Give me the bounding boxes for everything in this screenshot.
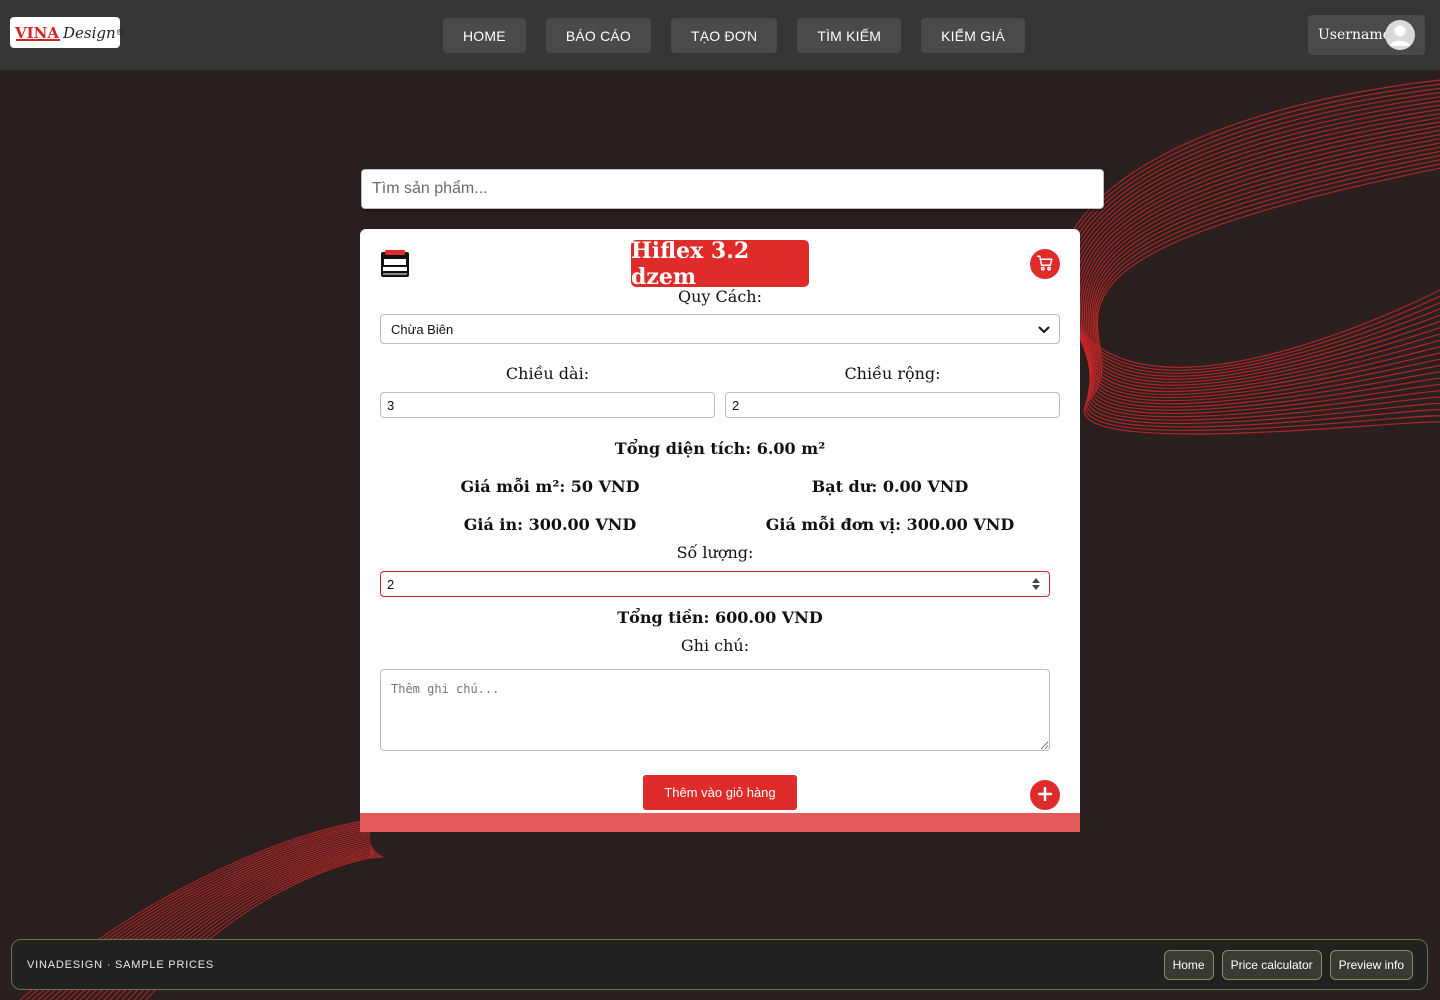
total-price-text: Tổng tiền: 600.00 VND — [617, 608, 823, 627]
spec-selected-value: Chừa Biên — [391, 321, 454, 337]
chevron-down-icon — [1037, 322, 1051, 339]
cart-button[interactable] — [1030, 249, 1060, 279]
quantity-stepper[interactable]: 2 — [380, 571, 1050, 597]
spinner-arrows-icon[interactable] — [1031, 577, 1041, 594]
logo-text-design: Design — [63, 23, 116, 42]
plus-icon — [1037, 786, 1053, 804]
logo-underline — [16, 39, 60, 41]
top-navigation-bar: VINA Design ® HOME BÁO CÁO TẠO ĐƠN TÌM K… — [0, 0, 1440, 70]
footer-brand-text: VINADESIGN · SAMPLE PRICES — [27, 959, 215, 971]
product-title: Hiflex 3.2 dzem — [631, 238, 809, 290]
quantity-value: 2 — [387, 576, 395, 592]
width-input[interactable]: 2 — [725, 392, 1060, 418]
quantity-label: Số lượng: — [676, 543, 754, 562]
note-label: Ghi chú: — [680, 636, 750, 655]
vina-design-logo[interactable]: VINA Design ® — [10, 17, 124, 48]
footer-links: Home Price calculator Preview info — [1163, 950, 1413, 980]
nav-search-button[interactable]: TÌM KIẾM — [797, 18, 902, 53]
spec-label: Quy Cách: — [678, 287, 762, 306]
product-search-input[interactable] — [361, 169, 1104, 209]
length-input[interactable]: 3 — [380, 392, 715, 418]
card-bottom-bar — [360, 813, 1080, 832]
nav-reports-button[interactable]: BÁO CÁO — [545, 18, 652, 53]
total-area-text: Tổng diện tích: 6.00 m² — [614, 439, 826, 458]
add-to-cart-button[interactable]: Thêm vào giỏ hàng — [643, 775, 797, 810]
length-label: Chiều dài: — [505, 364, 590, 383]
footer-price-calculator-button[interactable]: Price calculator — [1221, 950, 1322, 980]
excess-canvas-text: Bạt dư: 0.00 VND — [811, 477, 969, 496]
nav-create-order-button[interactable]: TẠO ĐƠN — [671, 18, 778, 53]
nav-home-button[interactable]: HOME — [443, 18, 526, 53]
note-textarea[interactable] — [380, 669, 1050, 751]
add-product-button[interactable] — [1030, 780, 1060, 810]
username-label: Username — [1318, 27, 1391, 43]
price-per-m2-text: Giá mỗi m²: 50 VND — [460, 477, 640, 496]
print-price-text: Giá in: 300.00 VND — [463, 515, 637, 534]
logo-reg-mark: ® — [115, 28, 124, 37]
unit-price-text: Giá mỗi đơn vị: 300.00 VND — [765, 515, 1015, 534]
footer-preview-info-button[interactable]: Preview info — [1329, 950, 1413, 980]
footer-bar: VINADESIGN · SAMPLE PRICES Home Price ca… — [11, 939, 1428, 990]
user-menu[interactable]: Username — [1308, 15, 1425, 55]
nav-check-price-button[interactable]: KIỂM GIÁ — [921, 18, 1025, 53]
cart-icon — [1036, 254, 1054, 275]
user-avatar-icon — [1385, 20, 1415, 50]
product-card: Hiflex 3.2 dzem Quy Cách: Chừa Biên Chiề… — [360, 229, 1080, 832]
product-stack-icon — [380, 249, 410, 279]
width-label: Chiều rộng: — [844, 364, 941, 383]
spec-select[interactable]: Chừa Biên — [380, 314, 1060, 344]
footer-home-button[interactable]: Home — [1163, 950, 1214, 980]
main-nav: HOME BÁO CÁO TẠO ĐƠN TÌM KIẾM KIỂM GIÁ — [443, 18, 1045, 53]
